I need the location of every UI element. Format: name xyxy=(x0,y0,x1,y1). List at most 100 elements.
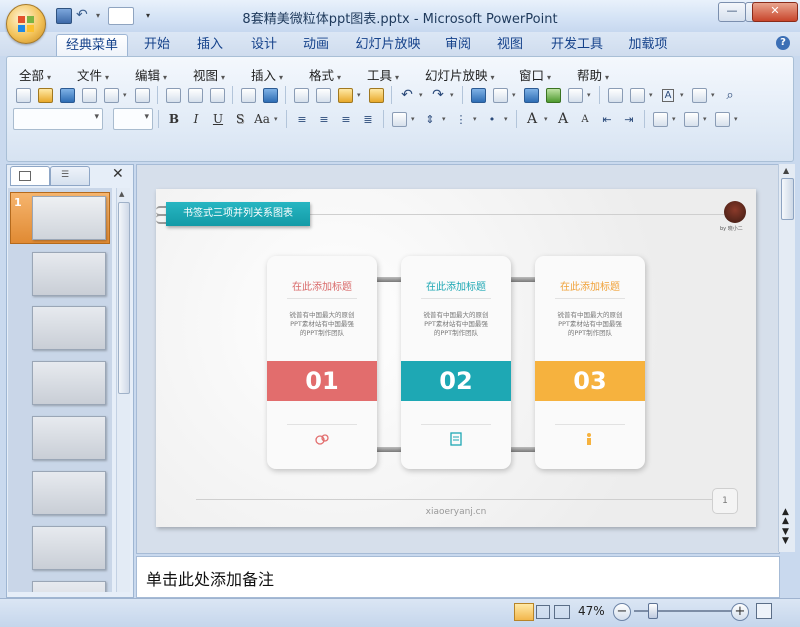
chevron-down-icon[interactable]: ▾ xyxy=(419,91,426,99)
shapes-icon[interactable] xyxy=(689,85,709,105)
scroll-thumb[interactable] xyxy=(781,178,794,220)
chevron-down-icon[interactable]: ▾ xyxy=(450,91,457,99)
zoom-slider-thumb[interactable] xyxy=(648,603,658,619)
tab-slides[interactable] xyxy=(10,166,50,186)
tab-home[interactable]: 开始 xyxy=(134,34,180,56)
change-case-button[interactable]: Aa xyxy=(252,109,272,129)
print-preview-icon[interactable] xyxy=(185,85,205,105)
office-button[interactable] xyxy=(6,4,46,44)
chevron-down-icon[interactable]: ▾ xyxy=(680,91,687,99)
chevron-down-icon[interactable]: ▾ xyxy=(711,91,718,99)
increase-indent-icon[interactable]: ⇥ xyxy=(619,109,639,129)
tab-developer[interactable]: 开发工具 xyxy=(542,34,612,56)
tab-outline[interactable]: ☰ xyxy=(50,166,90,186)
menu-insert[interactable]: 插入 ▾ xyxy=(251,65,283,84)
menu-help[interactable]: 帮助 ▾ xyxy=(577,65,609,84)
slide-sorter-icon[interactable] xyxy=(536,605,550,619)
align-left-icon[interactable]: ≡ xyxy=(292,109,312,129)
layout-icon[interactable] xyxy=(627,85,647,105)
spelling-icon[interactable] xyxy=(238,85,258,105)
menu-edit[interactable]: 编辑 ▾ xyxy=(135,65,167,84)
page-setup-icon[interactable] xyxy=(207,85,227,105)
align-center-icon[interactable]: ≡ xyxy=(314,109,334,129)
slide-canvas[interactable]: 书签式三项并列关系图表 by 晓小二 在此添加标题 锐普有中国最大的原创PPT素… xyxy=(156,189,756,527)
chevron-down-icon[interactable]: ▾ xyxy=(411,115,418,123)
text-direction-icon[interactable] xyxy=(389,109,409,129)
close-button[interactable]: ✕ xyxy=(752,2,798,22)
scroll-up-arrow-icon[interactable]: ▲ xyxy=(119,190,124,198)
editor-scrollbar[interactable]: ▲ ▲ ▲ ▼ ▼ xyxy=(778,164,795,552)
table-icon[interactable] xyxy=(490,85,510,105)
help-icon[interactable]: ? xyxy=(776,36,790,50)
new-icon[interactable] xyxy=(13,85,33,105)
zoom-in-button[interactable]: + xyxy=(731,603,749,621)
redo-icon[interactable]: ↷ xyxy=(428,85,448,105)
chevron-down-icon[interactable]: ▾ xyxy=(672,115,679,123)
slide-thumbnail[interactable] xyxy=(32,361,106,405)
scroll-up-arrow-icon[interactable]: ▲ xyxy=(783,166,789,175)
italic-button[interactable]: I xyxy=(186,109,206,129)
format-painter-icon[interactable] xyxy=(366,85,386,105)
card-3[interactable]: 在此添加标题 锐普有中国最大的原创PPT素材站有中国最强的PPT制作团队 03 xyxy=(535,256,645,469)
paste-icon[interactable] xyxy=(335,85,355,105)
numbering-icon[interactable]: ⋮ xyxy=(451,109,471,129)
tab-classic-menu[interactable]: 经典菜单 xyxy=(56,34,128,57)
align-right-icon[interactable]: ≡ xyxy=(336,109,356,129)
menu-all[interactable]: 全部 ▾ xyxy=(19,65,51,84)
copy-icon[interactable] xyxy=(313,85,333,105)
menu-view[interactable]: 视图 ▾ xyxy=(193,65,225,84)
slide-thumbnail[interactable] xyxy=(32,471,106,515)
line-spacing-icon[interactable]: ⇕ xyxy=(420,109,440,129)
slide-thumbnail[interactable] xyxy=(32,252,106,296)
card-2[interactable]: 在此添加标题 锐普有中国最大的原创PPT素材站有中国最强的PPT制作团队 02 xyxy=(401,256,511,469)
chevron-down-icon[interactable]: ▾ xyxy=(734,115,741,123)
chevron-down-icon[interactable]: ▾ xyxy=(123,91,130,99)
chevron-down-icon[interactable]: ▾ xyxy=(473,115,480,123)
textbox-icon[interactable]: A xyxy=(658,85,678,105)
chevron-down-icon[interactable]: ▾ xyxy=(504,115,511,123)
menu-file[interactable]: 文件 ▾ xyxy=(77,65,109,84)
email-icon[interactable] xyxy=(101,85,121,105)
permission-icon[interactable] xyxy=(79,85,99,105)
shrink-font-button[interactable]: A xyxy=(575,109,595,129)
shape-fill-icon[interactable] xyxy=(712,109,732,129)
zoom-icon[interactable]: ⌕ xyxy=(720,85,740,105)
menu-tools[interactable]: 工具 ▾ xyxy=(367,65,399,84)
attach-icon[interactable] xyxy=(132,85,152,105)
bullets-icon[interactable]: • xyxy=(482,109,502,129)
fit-to-window-icon[interactable] xyxy=(756,603,772,619)
picture-icon[interactable] xyxy=(543,85,563,105)
tab-animation[interactable]: 动画 xyxy=(294,34,338,56)
slide-thumbnail[interactable] xyxy=(32,416,106,460)
print-icon[interactable] xyxy=(163,85,183,105)
slide-thumbnail[interactable] xyxy=(32,526,106,570)
undo-icon[interactable]: ↶ xyxy=(397,85,417,105)
menu-window[interactable]: 窗口 ▾ xyxy=(519,65,551,84)
slide-thumbnail[interactable] xyxy=(32,196,106,240)
slideshow-view-icon[interactable] xyxy=(554,605,570,619)
cut-icon[interactable] xyxy=(291,85,311,105)
color-grayscale-icon[interactable] xyxy=(565,85,585,105)
tab-view[interactable]: 视图 xyxy=(488,34,532,56)
menu-slideshow[interactable]: 幻灯片放映 ▾ xyxy=(425,65,495,84)
card-1[interactable]: 在此添加标题 锐普有中国最大的原创PPT素材站有中国最强的PPT制作团队 01 xyxy=(267,256,377,469)
next-slide-icon[interactable]: ▼ ▼ xyxy=(782,528,789,546)
tab-addins[interactable]: 加载项 xyxy=(620,34,676,56)
tab-insert[interactable]: 插入 xyxy=(188,34,232,56)
tab-slideshow[interactable]: 幻灯片放映 xyxy=(350,34,426,56)
chevron-down-icon[interactable]: ▾ xyxy=(357,91,364,99)
new-slide-icon[interactable] xyxy=(605,85,625,105)
prev-slide-icon[interactable]: ▲ ▲ xyxy=(782,508,789,526)
slides-scrollbar[interactable]: ▲ xyxy=(116,188,130,592)
research-icon[interactable] xyxy=(260,85,280,105)
chevron-down-icon[interactable]: ▾ xyxy=(587,91,594,99)
quick-styles-icon[interactable] xyxy=(681,109,701,129)
font-size-select[interactable] xyxy=(113,108,153,130)
chevron-down-icon[interactable]: ▾ xyxy=(274,115,281,123)
scroll-thumb[interactable] xyxy=(118,202,130,394)
tab-review[interactable]: 审阅 xyxy=(436,34,480,56)
chevron-down-icon[interactable]: ▾ xyxy=(703,115,710,123)
justify-icon[interactable]: ≣ xyxy=(358,109,378,129)
chevron-down-icon[interactable]: ▾ xyxy=(512,91,519,99)
slide-thumbnail[interactable] xyxy=(32,581,106,592)
